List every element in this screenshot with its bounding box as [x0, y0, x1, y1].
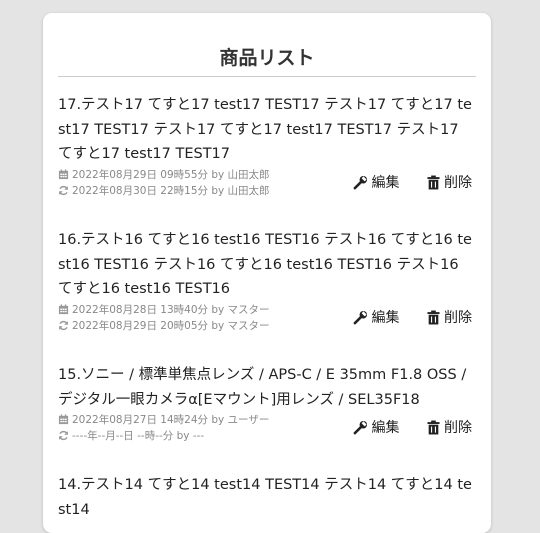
created-text: 2022年08月28日 13時40分 by マスター — [72, 303, 270, 316]
delete-label: 削除 — [444, 310, 472, 326]
created-text: 2022年08月27日 14時24分 by ユーザー — [72, 414, 270, 426]
created-text: 2022年08月29日 09時55分 by 山田太郎 — [72, 168, 270, 181]
list-item: 14.テスト14 てすと14 test14 TEST14 テスト14 てすと14… — [58, 473, 476, 522]
item-title: 14.テスト14 てすと14 test14 TEST14 テスト14 てすと14… — [58, 477, 472, 518]
delete-button[interactable]: 削除 — [427, 307, 472, 327]
delete-button[interactable]: 削除 — [427, 172, 472, 192]
wrench-icon — [353, 420, 367, 434]
updated-text: 2022年08月29日 20時05分 by マスター — [72, 319, 270, 332]
refresh-icon — [59, 320, 68, 330]
page-title: 商品リスト — [219, 47, 315, 69]
edit-button[interactable]: 編集 — [353, 172, 400, 192]
wrench-icon — [353, 310, 367, 324]
edit-button[interactable]: 編集 — [353, 307, 400, 327]
product-list-card: 商品リスト 17.テスト17 てすと17 test17 TEST17 テスト17… — [43, 13, 491, 533]
item-actions: 編集 削除 — [353, 307, 472, 329]
edit-label: 編集 — [371, 310, 400, 326]
delete-label: 削除 — [444, 420, 472, 436]
list-item: 15.ソニー / 標準単焦点レンズ / APS-C / E 35mm F1.8 … — [58, 363, 476, 444]
refresh-icon — [59, 185, 68, 195]
list-item: 16.テスト16 てすと16 test16 TEST16 テスト16 てすと16… — [58, 228, 476, 334]
trash-icon — [427, 175, 440, 189]
calendar-icon — [58, 303, 69, 314]
title-divider — [58, 76, 476, 77]
updated-text: ----年--月--日 --時--分 by --- — [72, 430, 205, 442]
edit-label: 編集 — [371, 175, 400, 191]
edit-button[interactable]: 編集 — [353, 417, 400, 437]
list-item: 17.テスト17 てすと17 test17 TEST17 テスト17 てすと17… — [58, 93, 476, 199]
item-title: 16.テスト16 てすと16 test16 TEST16 テスト16 てすと16… — [58, 232, 472, 297]
wrench-icon — [353, 175, 367, 189]
calendar-icon — [58, 414, 69, 425]
calendar-icon — [58, 168, 69, 179]
trash-icon — [427, 310, 440, 324]
item-title: 17.テスト17 てすと17 test17 TEST17 テスト17 てすと17… — [58, 97, 472, 162]
item-actions: 編集 削除 — [353, 172, 472, 194]
delete-label: 削除 — [444, 175, 472, 191]
delete-button[interactable]: 削除 — [427, 417, 472, 437]
trash-icon — [427, 420, 440, 434]
refresh-icon — [59, 430, 68, 441]
item-title: 15.ソニー / 標準単焦点レンズ / APS-C / E 35mm F1.8 … — [58, 367, 467, 408]
item-actions: 編集 削除 — [353, 417, 472, 439]
edit-label: 編集 — [371, 420, 400, 436]
updated-text: 2022年08月30日 22時15分 by 山田太郎 — [72, 184, 270, 197]
